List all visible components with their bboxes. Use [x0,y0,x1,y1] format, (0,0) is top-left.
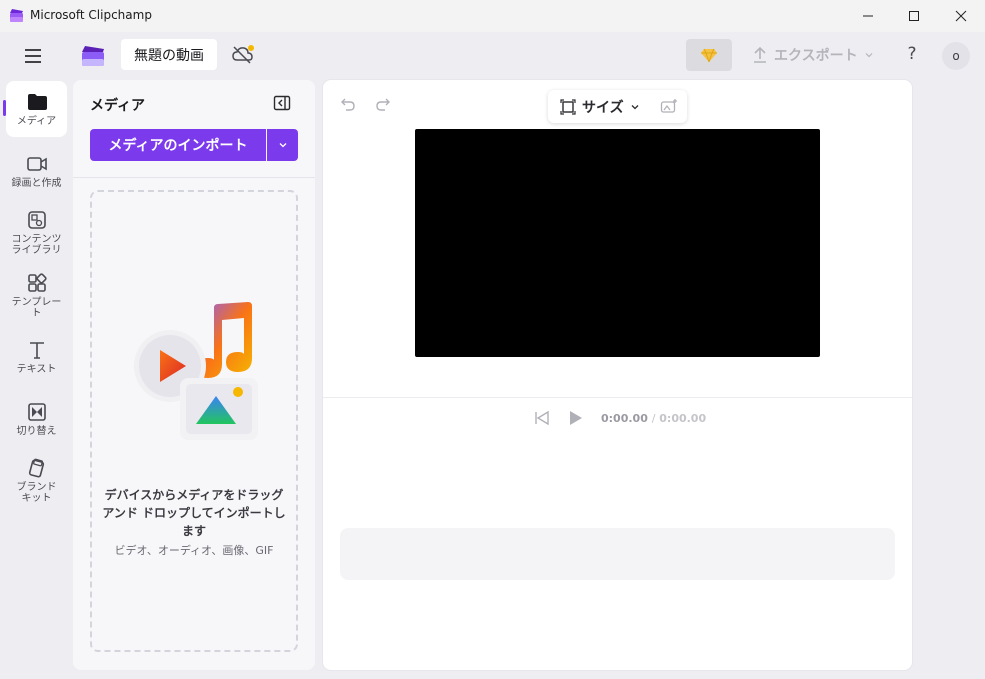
minimize-button[interactable] [845,0,891,32]
brand-kit-icon [28,458,44,478]
clipchamp-logo-icon [10,9,23,22]
cloud-sync-off-icon[interactable] [231,44,255,66]
redo-icon[interactable] [375,96,391,112]
size-button[interactable]: サイズ [560,97,640,117]
rail-item-templates[interactable]: テンプレー ト [6,272,67,322]
upload-icon [754,46,766,63]
rail-label-media: メディア [16,116,57,127]
aspect-ratio-icon [560,99,576,115]
chevron-down-icon [279,143,286,148]
maximize-button[interactable] [891,0,937,32]
add-background-icon[interactable] [660,98,678,114]
video-camera-icon [26,157,47,171]
top-bar: 無題の動画 エクスポート ? o [0,32,985,80]
rail-item-media[interactable]: メディア [6,81,67,137]
hamburger-menu-icon[interactable] [22,46,44,66]
premium-button[interactable] [686,39,732,71]
time-current: 0:00.00 [601,412,648,425]
video-preview[interactable] [415,129,820,357]
folder-icon [27,94,47,110]
time-total: 0:00.00 [659,412,707,425]
rail-label-content-library: コンテンツ ライブラリ [11,234,62,256]
clipchamp-project-logo-icon [82,46,104,66]
text-icon [29,342,44,359]
diamond-icon [701,48,717,63]
play-icon[interactable] [567,410,583,426]
rail-label-record: 録画と作成 [11,178,62,189]
media-panel: メディア メディアのインポート デバイスからメディアをドラッグ アンド ドロップ… [73,80,315,670]
playback-time: 0:00.00 / 0:00.00 [601,412,706,425]
rail-label-brand-kit: ブランド キット [16,482,57,504]
rail-item-text[interactable]: テキスト [6,339,67,379]
minimize-icon [863,15,873,17]
rail-item-transitions[interactable]: 切り替え [6,401,67,441]
export-button[interactable]: エクスポート [752,42,874,68]
media-types-illustration-icon [134,302,258,440]
size-toolbar: サイズ [548,90,687,123]
preview-stage: サイズ 0:00.00 / 0:00.00 [323,80,912,670]
avatar[interactable]: o [942,42,970,70]
time-separator: / [651,412,656,425]
media-dropzone[interactable]: デバイスからメディアをドラッグ アンド ドロップしてインポートします ビデオ、オ… [90,190,298,652]
title-bar: Microsoft Clipchamp [0,0,985,32]
export-label: エクスポート [774,48,858,64]
rail-item-record[interactable]: 録画と作成 [6,153,67,193]
import-media-button[interactable]: メディアのインポート [90,129,266,161]
rail-item-content-library[interactable]: コンテンツ ライブラリ [6,209,67,259]
size-label: サイズ [582,100,624,116]
timeline-track[interactable] [340,528,895,580]
chevron-down-icon [865,53,873,58]
maximize-icon [909,11,919,21]
templates-icon [27,273,47,292]
dropzone-instructions: デバイスからメディアをドラッグ アンド ドロップしてインポートします [102,488,286,538]
media-panel-title: メディア [90,98,146,114]
dropzone-supported-types: ビデオ、オーディオ、画像、GIF [114,544,274,557]
rail-label-text: テキスト [16,364,57,375]
project-title-field[interactable]: 無題の動画 [121,39,217,70]
window-title: Microsoft Clipchamp [30,8,152,22]
help-button[interactable]: ? [902,44,922,66]
rail-label-templates: テンプレー ト [11,297,62,319]
close-button[interactable] [938,0,984,32]
panel-divider [73,177,315,178]
import-media-dropdown[interactable] [267,129,298,161]
transitions-icon [27,403,46,421]
close-icon [955,10,967,22]
stage-divider [323,397,912,398]
content-library-icon [27,211,46,229]
undo-icon[interactable] [340,96,356,112]
collapse-panel-icon[interactable] [273,95,291,111]
rail-item-brand-kit[interactable]: ブランド キット [6,457,67,507]
skip-to-start-icon[interactable] [533,410,551,426]
chevron-down-icon [631,105,639,110]
rail-label-transitions: 切り替え [16,426,57,437]
